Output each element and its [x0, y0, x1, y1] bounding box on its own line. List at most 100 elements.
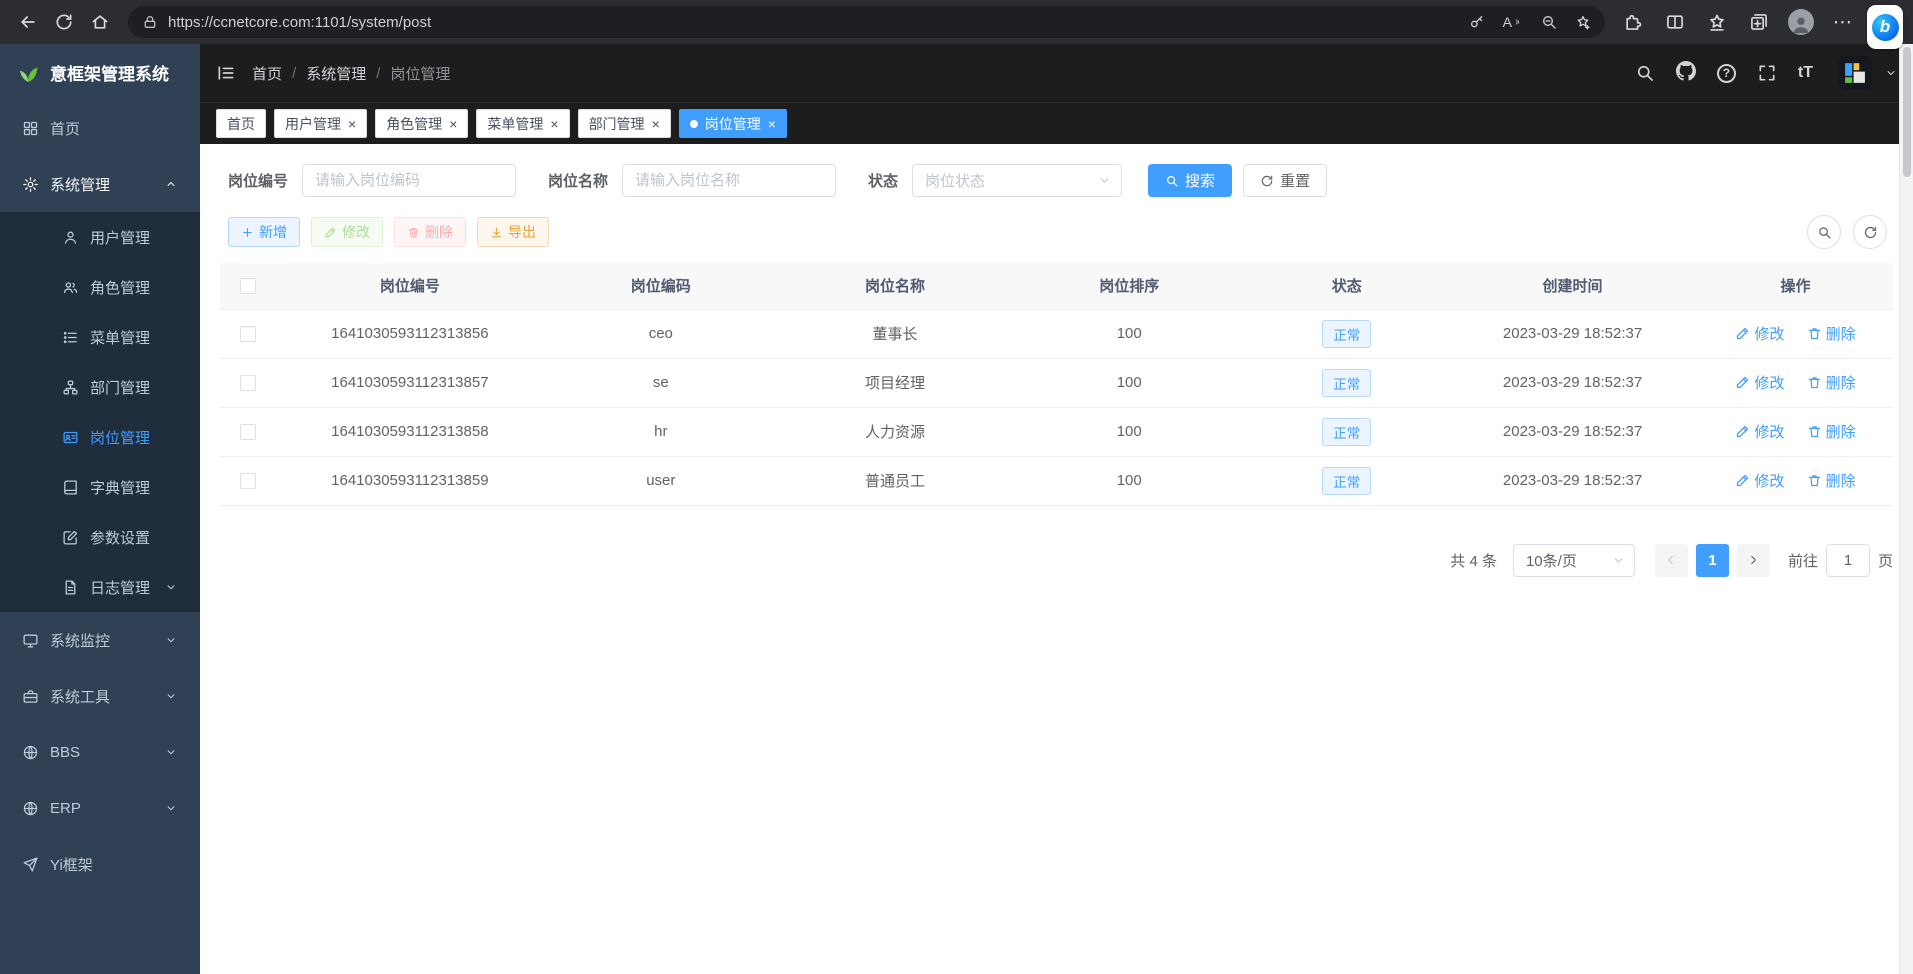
sidebar-item-log-mgmt[interactable]: 日志管理	[0, 562, 200, 612]
extensions-button[interactable]	[1615, 5, 1651, 39]
goto-page-input[interactable]	[1826, 544, 1870, 577]
collections-button[interactable]	[1741, 5, 1777, 39]
status-badge: 正常	[1322, 467, 1371, 495]
row-edit-button[interactable]: 修改	[1735, 421, 1784, 442]
sidebar-item-user-mgmt[interactable]: 用户管理	[0, 212, 200, 262]
favorites-button[interactable]	[1699, 5, 1735, 39]
cell-post-id: 1641030593112313857	[276, 358, 544, 407]
sidebar-item-menu-mgmt[interactable]: 菜单管理	[0, 312, 200, 362]
browser-menu-button[interactable]: ⋯	[1825, 5, 1861, 39]
caret-down-icon[interactable]	[1885, 67, 1897, 79]
page-scrollbar[interactable]	[1899, 44, 1913, 974]
sidebar-item-yi-framework[interactable]: Yi框架	[0, 836, 200, 892]
sidebar-item-label: 系统工具	[50, 686, 110, 707]
post-badge-icon	[62, 429, 79, 446]
refresh-table-button[interactable]	[1853, 215, 1887, 249]
tab-close-icon[interactable]: ×	[652, 117, 660, 131]
help-button[interactable]: ?	[1717, 64, 1736, 83]
breadcrumb-home[interactable]: 首页	[252, 63, 282, 84]
row-checkbox[interactable]	[240, 375, 256, 391]
zoom-icon[interactable]	[1541, 14, 1557, 30]
search-icon[interactable]	[1635, 63, 1655, 83]
sidebar-item-label: Yi框架	[50, 854, 93, 875]
sidebar-item-system-monitor[interactable]: 系统监控	[0, 612, 200, 668]
home-button[interactable]	[82, 5, 118, 39]
row-edit-button[interactable]: 修改	[1735, 372, 1784, 393]
row-checkbox[interactable]	[240, 473, 256, 489]
search-button[interactable]: 搜索	[1148, 164, 1232, 197]
tab-role-mgmt[interactable]: 角色管理 ×	[375, 109, 468, 138]
toggle-search-button[interactable]	[1807, 215, 1841, 249]
page-size-select[interactable]: 10条/页	[1513, 544, 1635, 577]
post-code-input[interactable]	[302, 164, 516, 197]
prev-page-button[interactable]	[1655, 544, 1688, 577]
app-logo[interactable]: 意框架管理系统	[0, 44, 200, 100]
scrollbar-thumb[interactable]	[1903, 47, 1911, 177]
tab-user-mgmt[interactable]: 用户管理 ×	[274, 109, 367, 138]
url-text: https://ccnetcore.com:1101/system/post	[168, 14, 1469, 31]
menu-list-icon	[62, 329, 79, 346]
delete-button[interactable]: 删除	[394, 217, 466, 247]
question-icon: ?	[1723, 66, 1730, 80]
address-bar[interactable]: https://ccnetcore.com:1101/system/post A	[128, 6, 1605, 38]
copilot-button[interactable]: b	[1867, 5, 1903, 49]
row-delete-button[interactable]: 删除	[1807, 372, 1856, 393]
row-checkbox[interactable]	[240, 424, 256, 440]
password-key-icon[interactable]	[1469, 14, 1485, 30]
refresh-button[interactable]	[46, 5, 82, 39]
breadcrumb-system-mgmt[interactable]: 系统管理	[306, 63, 366, 84]
edit-button[interactable]: 修改	[311, 217, 383, 247]
edit-icon	[1735, 375, 1750, 390]
filter-status: 状态 岗位状态	[868, 164, 1122, 197]
font-size-icon[interactable]: tT	[1798, 64, 1813, 82]
sidebar-item-post-mgmt[interactable]: 岗位管理	[0, 412, 200, 462]
sidebar-item-dict-mgmt[interactable]: 字典管理	[0, 462, 200, 512]
row-edit-button[interactable]: 修改	[1735, 323, 1784, 344]
row-checkbox[interactable]	[240, 326, 256, 342]
export-button[interactable]: 导出	[477, 217, 549, 247]
sidebar-item-erp[interactable]: ERP	[0, 780, 200, 836]
breadcrumb: 首页 / 系统管理 / 岗位管理	[252, 63, 450, 84]
tab-dept-mgmt[interactable]: 部门管理 ×	[578, 109, 671, 138]
profile-button[interactable]	[1783, 5, 1819, 39]
header-post-id: 岗位编号	[276, 263, 544, 309]
next-page-button[interactable]	[1737, 544, 1770, 577]
tab-home[interactable]: 首页	[216, 109, 266, 138]
main: 首页 / 系统管理 / 岗位管理 ? tT	[200, 44, 1913, 974]
tab-close-icon[interactable]: ×	[768, 117, 776, 131]
tab-menu-mgmt[interactable]: 菜单管理 ×	[476, 109, 569, 138]
tab-close-icon[interactable]: ×	[550, 117, 558, 131]
page-number-button[interactable]: 1	[1696, 544, 1729, 577]
sidebar-item-home[interactable]: 首页	[0, 100, 200, 156]
sidebar-item-label: 日志管理	[90, 577, 150, 598]
split-screen-button[interactable]	[1657, 5, 1693, 39]
read-aloud-button[interactable]: A	[1503, 14, 1523, 30]
sidebar-item-dept-mgmt[interactable]: 部门管理	[0, 362, 200, 412]
reset-button[interactable]: 重置	[1243, 164, 1327, 197]
user-avatar[interactable]	[1838, 56, 1872, 90]
sidebar-collapse-button[interactable]	[216, 63, 236, 83]
back-button[interactable]	[10, 5, 46, 39]
row-delete-button[interactable]: 删除	[1807, 323, 1856, 344]
row-delete-button[interactable]: 删除	[1807, 421, 1856, 442]
status-select[interactable]: 岗位状态	[912, 164, 1122, 197]
github-button[interactable]	[1676, 61, 1696, 86]
tab-post-mgmt[interactable]: 岗位管理 ×	[679, 109, 787, 138]
sidebar-item-system-tools[interactable]: 系统工具	[0, 668, 200, 724]
select-all-checkbox[interactable]	[240, 278, 256, 294]
sidebar-item-system-mgmt[interactable]: 系统管理	[0, 156, 200, 212]
tab-close-icon[interactable]: ×	[449, 117, 457, 131]
sidebar-item-bbs[interactable]: BBS	[0, 724, 200, 780]
row-delete-button[interactable]: 删除	[1807, 470, 1856, 491]
add-button[interactable]: 新增	[228, 217, 300, 247]
sidebar-item-label: BBS	[50, 744, 80, 761]
logo-leaf-icon	[16, 60, 40, 84]
row-edit-button[interactable]: 修改	[1735, 470, 1784, 491]
sidebar-item-param-settings[interactable]: 参数设置	[0, 512, 200, 562]
tab-close-icon[interactable]: ×	[348, 117, 356, 131]
sidebar-item-role-mgmt[interactable]: 角色管理	[0, 262, 200, 312]
post-name-input[interactable]	[622, 164, 836, 197]
header-post-name: 岗位名称	[778, 263, 1012, 309]
add-favorite-star-icon[interactable]	[1575, 14, 1591, 30]
fullscreen-icon[interactable]	[1757, 63, 1777, 83]
